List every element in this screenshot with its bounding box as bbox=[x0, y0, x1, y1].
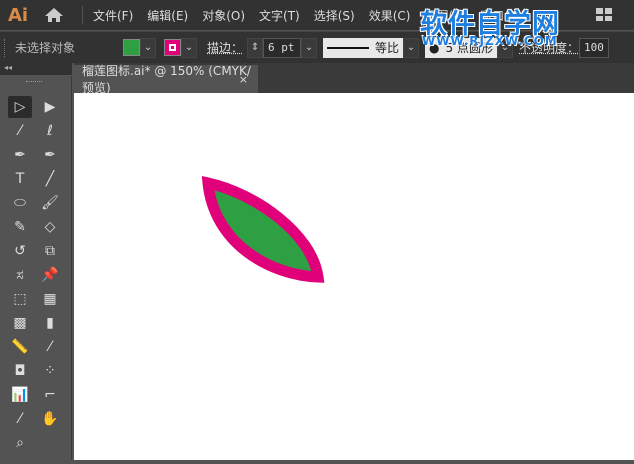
eyedropper-tool-icon[interactable]: ⁄ bbox=[38, 336, 62, 358]
magic-wand-tool-icon[interactable]: ⁄ bbox=[8, 120, 32, 142]
stroke-dropdown[interactable]: ⌄ bbox=[181, 37, 197, 58]
mesh-tool-icon[interactable]: ▩ bbox=[8, 312, 32, 334]
stroke-stepper[interactable]: ⇕ bbox=[247, 37, 264, 58]
menu-select[interactable]: 选择(S) bbox=[314, 7, 355, 24]
stroke-label[interactable]: 描边： bbox=[207, 39, 243, 56]
paintbrush-tool-icon[interactable]: 🖌 bbox=[38, 192, 62, 214]
blend-tool-icon[interactable]: ◘ bbox=[8, 360, 32, 382]
rotate-tool-icon[interactable]: ↺ bbox=[8, 240, 32, 262]
panel-collapse-icon[interactable]: ◂◂ bbox=[0, 63, 72, 75]
profile-label: 等比 bbox=[375, 41, 400, 55]
document-tabs: 榴莲图标.ai* @ 150% (CMYK/预览) × bbox=[74, 63, 634, 95]
stroke-weight-input[interactable]: 6 pt bbox=[263, 37, 302, 58]
leaf-shape[interactable] bbox=[201, 176, 325, 283]
home-icon[interactable] bbox=[44, 7, 64, 23]
type-tool-icon[interactable]: T bbox=[8, 168, 32, 190]
tab-title: 榴莲图标.ai* @ 150% (CMYK/预览) bbox=[82, 64, 251, 95]
artboard-tool-icon[interactable]: ⌐ bbox=[38, 384, 62, 406]
pin-tool-icon[interactable]: 📌 bbox=[38, 264, 62, 286]
fill-swatch[interactable] bbox=[123, 39, 140, 56]
opacity-input[interactable]: 100 bbox=[579, 37, 610, 58]
tools-panel: ▷ ▶ ⁄ ℓ ✒ ✒ T ╱ ⬭ 🖌 ✎ ◇ ↺ ⧉ ಸ 📌 ⬚ ▦ ▩ ▮ 📏 ⁄ ◘ ⁘ 📊 ⌐ ⁄ ✋ ⌕ bbox=[4, 76, 72, 460]
watermark-url: WWW.RJZXW.COM bbox=[422, 34, 558, 48]
stroke-swatch[interactable] bbox=[164, 39, 181, 56]
menu-file[interactable]: 文件(F) bbox=[93, 7, 133, 24]
selection-status: 未选择对象 bbox=[15, 41, 76, 55]
perspective-tool-icon[interactable]: ▦ bbox=[38, 288, 62, 310]
menu-effect[interactable]: 效果(C) bbox=[369, 7, 411, 24]
divider bbox=[82, 6, 83, 24]
grip-handle[interactable] bbox=[4, 38, 7, 57]
scale-tool-icon[interactable]: ⧉ bbox=[38, 240, 62, 262]
document-tab[interactable]: 榴莲图标.ai* @ 150% (CMYK/预览) × bbox=[74, 64, 258, 95]
shaper-tool-icon[interactable]: ✎ bbox=[8, 216, 32, 238]
gradient-tool-icon[interactable]: ▮ bbox=[38, 312, 62, 334]
line-tool-icon[interactable]: ╱ bbox=[38, 168, 62, 190]
measure-tool-icon[interactable]: 📏 bbox=[8, 336, 32, 358]
zoom-tool-icon[interactable]: ⌕ bbox=[8, 432, 32, 454]
close-tab-icon[interactable]: × bbox=[239, 73, 248, 86]
workspace-switcher-icon[interactable] bbox=[596, 8, 612, 21]
stroke-weight-dropdown[interactable]: ⌄ bbox=[301, 37, 318, 58]
graph-tool-icon[interactable]: 📊 bbox=[8, 384, 32, 406]
ellipse-tool-icon[interactable]: ⬭ bbox=[8, 192, 32, 214]
eraser-tool-icon[interactable]: ◇ bbox=[38, 216, 62, 238]
artboard-canvas[interactable] bbox=[74, 93, 634, 460]
slice-tool-icon[interactable]: ⁄ bbox=[8, 408, 32, 430]
toolbar-grip[interactable] bbox=[26, 81, 42, 84]
artwork bbox=[201, 176, 325, 283]
menu-type[interactable]: 文字(T) bbox=[259, 7, 300, 24]
selection-tool-icon[interactable]: ▷ bbox=[8, 96, 32, 118]
curvature-tool-icon[interactable]: ✒ bbox=[38, 144, 62, 166]
symbol-sprayer-tool-icon[interactable]: ⁘ bbox=[38, 360, 62, 382]
fill-dropdown[interactable]: ⌄ bbox=[140, 37, 156, 58]
app-logo: Ai bbox=[8, 4, 29, 26]
hand-tool-icon[interactable]: ✋ bbox=[38, 408, 62, 430]
lasso-tool-icon[interactable]: ℓ bbox=[38, 120, 62, 142]
free-transform-tool-icon[interactable]: ⬚ bbox=[8, 288, 32, 310]
profile-dropdown[interactable]: ⌄ bbox=[403, 37, 420, 58]
variable-width-profile[interactable]: 等比 bbox=[323, 37, 404, 58]
menu-edit[interactable]: 编辑(E) bbox=[147, 7, 188, 24]
direct-selection-tool-icon[interactable]: ▶ bbox=[38, 96, 62, 118]
menu-object[interactable]: 对象(O) bbox=[202, 7, 245, 24]
warp-tool-icon[interactable]: ಸ bbox=[8, 264, 32, 286]
pen-tool-icon[interactable]: ✒ bbox=[8, 144, 32, 166]
